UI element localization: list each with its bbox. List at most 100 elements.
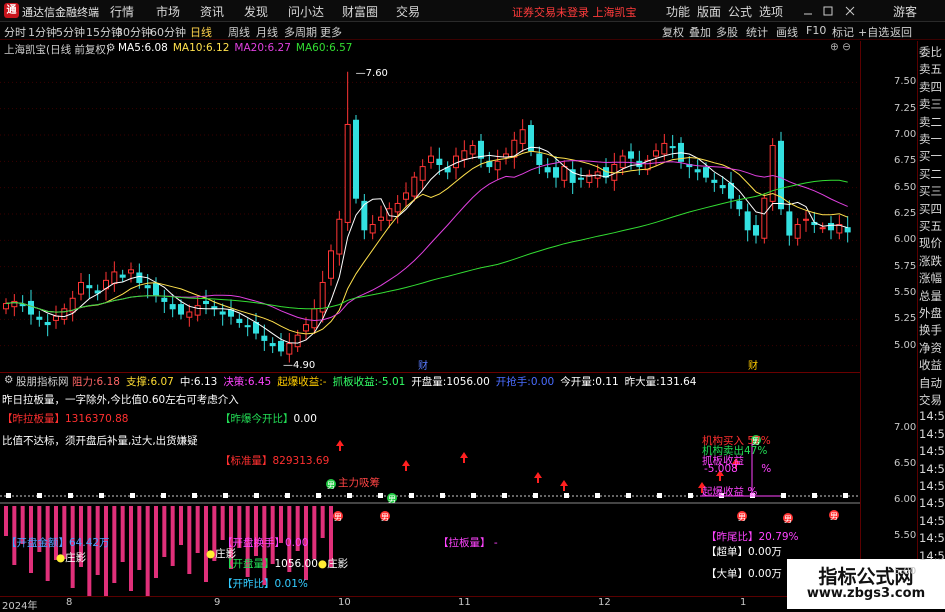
zoom-icon[interactable]: ⊕ ⊖ xyxy=(830,41,851,53)
price-tick-7: 5.75 xyxy=(894,260,917,272)
settings-gear-icon[interactable]: ⚙ xyxy=(106,42,115,54)
period-5[interactable]: 60分钟 xyxy=(150,24,186,40)
candle-body xyxy=(336,218,343,255)
candle-body xyxy=(769,145,776,202)
zhuangying-label-1: ●庄影 xyxy=(56,552,87,564)
indicator-line1: 昨日拉板量，一字除外,今比值0.60左右可考虑介入 xyxy=(2,394,239,406)
histogram-bar xyxy=(145,506,150,596)
candle-body xyxy=(36,316,43,320)
candle-body xyxy=(419,166,426,181)
candle-body xyxy=(178,304,184,315)
period-9[interactable]: 多周期 xyxy=(284,24,317,40)
toolbar-btn-5[interactable]: F10 xyxy=(806,24,826,37)
menu-zixun[interactable]: 资讯 xyxy=(200,3,224,20)
bz-row: 【标准量】829313.69 xyxy=(220,455,330,467)
candle-body xyxy=(669,146,676,149)
dadan-row: 【大单】0.00万 xyxy=(706,568,782,580)
histogram-bar xyxy=(129,506,133,591)
square-marker xyxy=(223,493,228,498)
ind-item-5: 抓板收益:-5.01 xyxy=(332,376,406,388)
candle-body xyxy=(844,227,851,233)
quote-label-14: 总量 xyxy=(919,288,942,303)
settings-gear-icon[interactable]: ⚙ xyxy=(4,374,13,386)
price-tick-5: 6.25 xyxy=(894,208,917,219)
candle-body xyxy=(761,197,768,239)
square-marker xyxy=(781,493,786,498)
menu-wenxiaoda[interactable]: 问小达 xyxy=(288,3,324,20)
watermark-url: www.zbgs3.com xyxy=(806,586,926,601)
histogram-bar xyxy=(162,506,167,557)
toolbar-btn-0[interactable]: 复权 xyxy=(662,24,684,40)
candle-body xyxy=(711,179,718,183)
toolbar-btn-2[interactable]: 多股 xyxy=(716,24,738,40)
period-8[interactable]: 月线 xyxy=(256,24,278,40)
menu-caifuquan[interactable]: 财富圈 xyxy=(342,3,378,20)
candle-body xyxy=(78,281,84,295)
square-marker xyxy=(688,493,693,498)
menu-jiaoyi[interactable]: 交易 xyxy=(396,3,420,20)
ind-item-8: 今开量:0.11 xyxy=(560,376,619,388)
square-marker xyxy=(564,493,569,498)
up-arrow-icon xyxy=(534,472,542,483)
window-buttons-icon[interactable] xyxy=(802,5,882,17)
histogram-bar xyxy=(179,506,183,545)
square-marker xyxy=(409,493,414,498)
menu-shichang[interactable]: 市场 xyxy=(156,3,180,20)
toolbar-btn-8[interactable]: 返回 xyxy=(890,24,912,40)
quote-label-10: 买五 xyxy=(919,219,942,233)
period-10[interactable]: 更多 xyxy=(320,24,342,40)
price-tick-8: 5.50 xyxy=(894,287,917,298)
toolbar-btn-1[interactable]: 叠加 xyxy=(689,24,711,40)
candle-body xyxy=(544,167,551,173)
panel-divider[interactable] xyxy=(0,372,860,373)
period-4[interactable]: 30分钟 xyxy=(116,24,152,40)
up-arrow-icon xyxy=(336,440,344,451)
price-tick-0: 7.50 xyxy=(894,76,917,88)
square-marker xyxy=(440,493,445,498)
quote-label-12: 涨跌 xyxy=(919,253,942,268)
quote-label-3: 卖三 xyxy=(919,97,942,112)
quote-label-25: 14:56 xyxy=(919,479,945,493)
histogram-bar xyxy=(195,506,200,553)
histogram-bar xyxy=(137,506,142,570)
menu-xuanxiang[interactable]: 选项 xyxy=(759,3,783,20)
period-6[interactable]: 日线 xyxy=(190,24,212,40)
candle-body xyxy=(286,343,293,355)
square-marker xyxy=(130,493,135,498)
candle-body xyxy=(236,318,243,323)
zk-row: 【昨爆今开比】0.00 xyxy=(220,413,317,425)
period-1[interactable]: 1分钟 xyxy=(28,24,57,40)
menu-hangqing[interactable]: 行情 xyxy=(110,3,134,20)
candle-body xyxy=(819,227,826,230)
period-7[interactable]: 周线 xyxy=(228,24,250,40)
toolbar-btn-7[interactable]: +自选 xyxy=(858,24,889,40)
menu-gongshi[interactable]: 公式 xyxy=(728,3,752,20)
date-tick-5: 12 xyxy=(598,597,611,608)
signal-dot-label: 男 xyxy=(738,513,746,522)
candle-body xyxy=(261,335,268,341)
guest-button[interactable]: 游客 xyxy=(893,3,917,20)
security-notice[interactable]: 证券交易未登录 上海凯宝 xyxy=(512,4,637,20)
menu-banmian[interactable]: 版面 xyxy=(697,3,721,20)
date-tick-3: 10 xyxy=(338,597,351,608)
menu-gongneng[interactable]: 功能 xyxy=(666,3,690,20)
menu-faxian[interactable]: 发现 xyxy=(244,3,268,20)
signal-dot-label: 男 xyxy=(334,513,342,522)
kpje-row: 【开盘金额】64.42万 xyxy=(6,537,110,549)
candle-body xyxy=(369,224,376,234)
histogram-bar xyxy=(87,506,92,596)
cai-marker-2: 财 xyxy=(748,359,758,372)
sub-tick-2: 6.00 xyxy=(894,494,917,505)
period-0[interactable]: 分时 xyxy=(4,24,26,40)
period-2[interactable]: 5分钟 xyxy=(56,24,85,40)
toolbar-btn-4[interactable]: 画线 xyxy=(776,24,798,40)
toolbar-btn-3[interactable]: 统计 xyxy=(746,24,768,40)
toolbar-btn-6[interactable]: 标记 xyxy=(832,24,854,40)
candle-body xyxy=(86,285,93,289)
candlestick-chart[interactable]: —7.60 —4.90 财 财 xyxy=(0,56,860,372)
zhuaban-value: -5.008 % xyxy=(704,463,772,475)
indicator-line2: 比值不达标，须开盘后补量,过大,出货嫌疑 xyxy=(2,435,198,447)
indicator-title[interactable]: 股朋指标网 xyxy=(16,374,69,389)
square-marker xyxy=(254,493,259,498)
window-controls[interactable] xyxy=(802,5,855,17)
